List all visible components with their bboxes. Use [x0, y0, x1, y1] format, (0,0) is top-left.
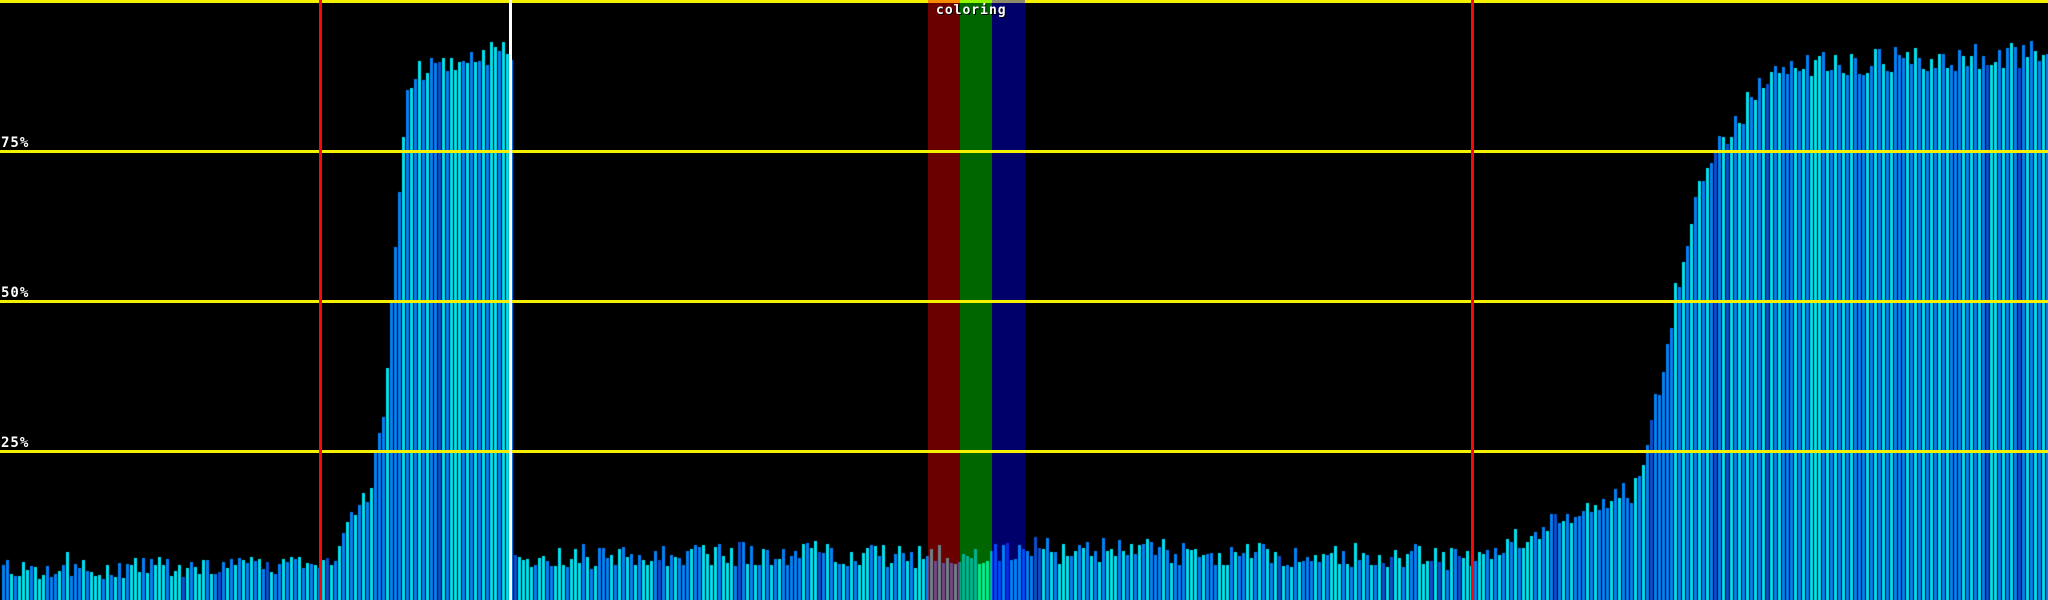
waveform-scope: 75% 50% 25% coloring	[0, 0, 2048, 600]
coloring-label: coloring	[936, 3, 1007, 18]
gridline-label-50: 50%	[1, 285, 30, 301]
section-marker-white	[509, 0, 512, 600]
gridline-25	[0, 450, 2048, 453]
gridline-label-25: 25%	[1, 435, 30, 451]
gridline-label-75: 75%	[1, 135, 30, 151]
gridline-75	[0, 150, 2048, 153]
section-marker-red-1	[319, 0, 322, 600]
gridline-50	[0, 300, 2048, 303]
section-marker-red-2	[1471, 0, 1474, 600]
